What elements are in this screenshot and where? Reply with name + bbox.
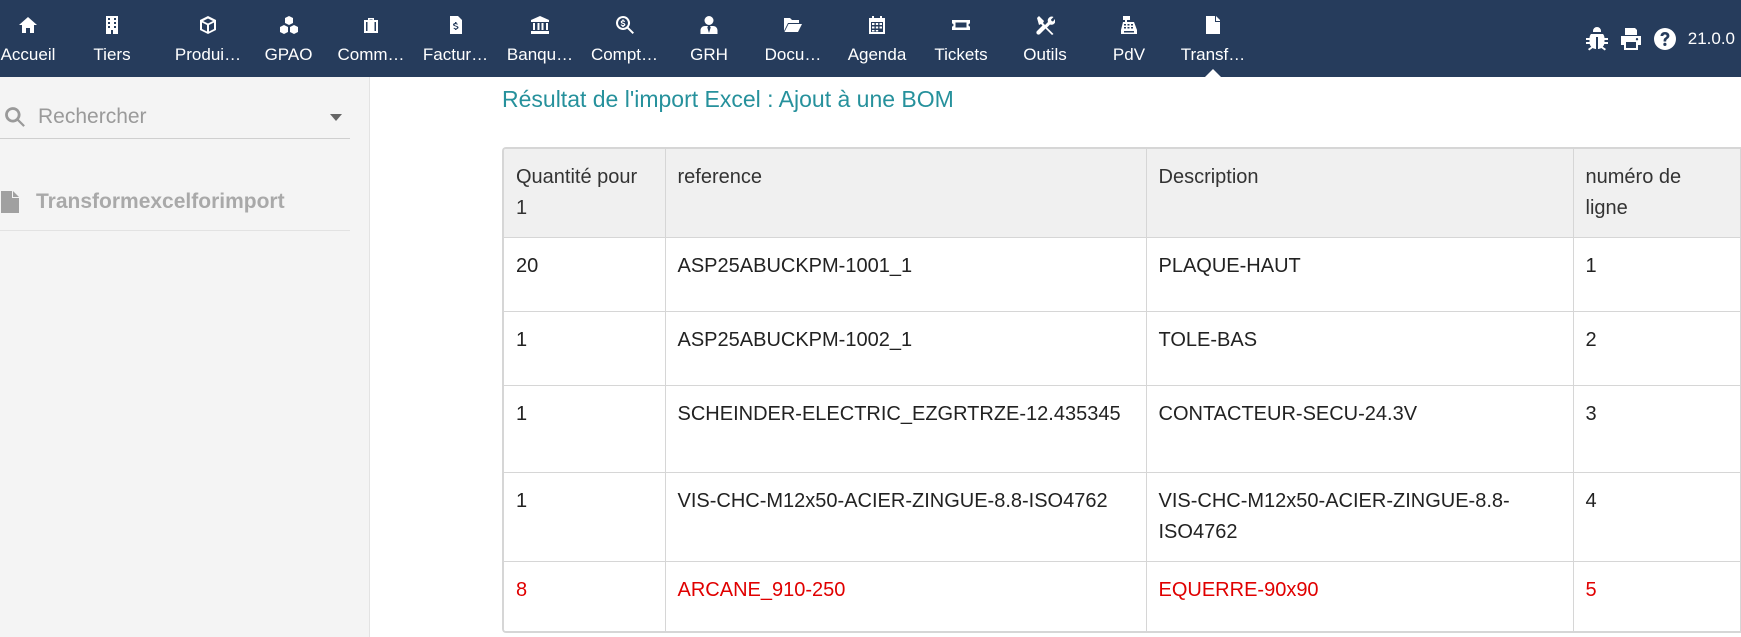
menu-item-comptabilite[interactable]: Compt… bbox=[582, 0, 667, 77]
table-row: 1 VIS-CHC-M12x50-ACIER-ZINGUE-8.8-ISO476… bbox=[504, 472, 1741, 562]
cell-quantite: 1 bbox=[504, 472, 666, 562]
cell-numero-ligne: 5 bbox=[1573, 561, 1741, 631]
menu-item-label: Banqu… bbox=[506, 45, 574, 64]
table-row-error: 8 ARCANE_910-250 EQUERRE-90x90 5 bbox=[504, 561, 1741, 631]
menu-item-facturation[interactable]: Factur… bbox=[413, 0, 498, 77]
cell-description: VIS-CHC-M12x50-ACIER-ZINGUE-8.8-ISO4762 bbox=[1146, 472, 1574, 562]
print-icon[interactable] bbox=[1617, 25, 1645, 53]
cell-numero-ligne: 3 bbox=[1573, 385, 1741, 473]
cell-quantite: 8 bbox=[504, 561, 666, 631]
cell-description: CONTACTEUR-SECU-24.3V bbox=[1146, 385, 1574, 473]
menu-item-label: Compt… bbox=[590, 45, 659, 64]
menu-item-label: Accueil bbox=[0, 45, 56, 64]
menu-item-documents[interactable]: Docu… bbox=[751, 0, 835, 77]
menu-item-label: Tiers bbox=[93, 45, 131, 64]
search-dollar-icon bbox=[614, 14, 636, 36]
calendar-icon bbox=[866, 14, 888, 36]
invoice-icon bbox=[445, 14, 467, 36]
menu-item-banques[interactable]: Banqu… bbox=[498, 0, 582, 77]
user-tie-icon bbox=[698, 14, 720, 36]
menu-item-grh[interactable]: GRH bbox=[667, 0, 751, 77]
table-row: 20 ASP25ABUCKPM-1001_1 PLAQUE-HAUT 1 bbox=[504, 237, 1741, 312]
cell-quantite: 20 bbox=[504, 237, 666, 312]
cubes-icon bbox=[278, 14, 300, 36]
cell-reference: ASP25ABUCKPM-1002_1 bbox=[665, 311, 1147, 386]
menu-item-label: Docu… bbox=[764, 45, 822, 64]
bug-icon[interactable] bbox=[1583, 25, 1611, 53]
menu-item-gpao[interactable]: GPAO bbox=[248, 0, 329, 77]
version-label: 21.0.0 bbox=[1687, 28, 1735, 48]
search-icon bbox=[0, 106, 30, 128]
page-title: Résultat de l'import Excel : Ajout à une… bbox=[502, 86, 954, 112]
building-icon bbox=[101, 14, 123, 36]
cell-reference: ARCANE_910-250 bbox=[665, 561, 1147, 631]
menu-item-produits[interactable]: Produi… bbox=[168, 0, 248, 77]
top-navigation-bar: Accueil Tiers Produi… GPAO Comm… Factur…… bbox=[0, 0, 1741, 77]
menu-item-tickets[interactable]: Tickets bbox=[919, 0, 1003, 77]
cell-numero-ligne: 2 bbox=[1573, 311, 1741, 386]
suitcase-icon bbox=[360, 14, 382, 36]
folder-open-icon bbox=[782, 14, 804, 36]
menu-item-label: GRH bbox=[690, 45, 728, 64]
col-header-numero-ligne: numéro de ligne bbox=[1573, 149, 1741, 238]
menu-item-commercial[interactable]: Comm… bbox=[329, 0, 413, 77]
cell-numero-ligne: 4 bbox=[1573, 472, 1741, 562]
sidebar-search bbox=[0, 95, 350, 139]
chevron-down-icon[interactable] bbox=[330, 114, 342, 121]
cell-quantite: 1 bbox=[504, 311, 666, 386]
table-header-row: Quantité pour 1 reference Description nu… bbox=[504, 149, 1741, 238]
cell-reference: ASP25ABUCKPM-1001_1 bbox=[665, 237, 1147, 312]
cube-icon bbox=[197, 14, 219, 36]
home-icon bbox=[17, 14, 39, 36]
sidebar-item-label: Transformexcelforimport bbox=[36, 189, 285, 213]
menu-item-label: Comm… bbox=[337, 45, 405, 64]
sidebar-item-transformexcelforimport[interactable]: Transformexcelforimport bbox=[0, 173, 350, 231]
top-right-tools: 21.0.0 bbox=[1580, 0, 1741, 77]
menu-item-label: Agenda bbox=[847, 45, 907, 64]
cell-description: PLAQUE-HAUT bbox=[1146, 237, 1574, 312]
menu-item-label: GPAO bbox=[264, 45, 313, 64]
col-header-description: Description bbox=[1146, 149, 1574, 238]
menu-item-accueil[interactable]: Accueil bbox=[0, 0, 56, 77]
file-icon bbox=[0, 190, 20, 213]
menu-item-tiers[interactable]: Tiers bbox=[56, 0, 168, 77]
menu-item-label: Transf… bbox=[1180, 45, 1246, 64]
menu-item-label: Produi… bbox=[174, 45, 242, 64]
tools-icon bbox=[1034, 14, 1056, 36]
menu-item-outils[interactable]: Outils bbox=[1003, 0, 1087, 77]
table-row: 1 SCHEINDER-ELECTRIC_EZGRTRZE-12.435345 … bbox=[504, 385, 1741, 473]
left-sidebar: Transformexcelforimport bbox=[0, 77, 370, 637]
cell-reference: VIS-CHC-M12x50-ACIER-ZINGUE-8.8-ISO4762 bbox=[665, 472, 1147, 562]
table-row: 1 ASP25ABUCKPM-1002_1 TOLE-BAS 2 bbox=[504, 311, 1741, 386]
menu-item-label: Factur… bbox=[422, 45, 489, 64]
menu-item-label: PdV bbox=[1112, 45, 1146, 64]
help-icon[interactable] bbox=[1651, 25, 1679, 53]
bank-icon bbox=[529, 14, 551, 36]
cell-description: TOLE-BAS bbox=[1146, 311, 1574, 386]
menu-item-label: Outils bbox=[1023, 45, 1067, 64]
main-menu: Accueil Tiers Produi… GPAO Comm… Factur…… bbox=[0, 0, 1255, 77]
ticket-icon bbox=[950, 14, 972, 36]
file-icon bbox=[1202, 14, 1224, 36]
menu-item-agenda[interactable]: Agenda bbox=[835, 0, 919, 77]
menu-item-pdv[interactable]: PdV bbox=[1087, 0, 1171, 77]
col-header-quantite: Quantité pour 1 bbox=[504, 149, 666, 238]
import-result-table: Quantité pour 1 reference Description nu… bbox=[502, 147, 1741, 633]
cell-quantite: 1 bbox=[504, 385, 666, 473]
search-input[interactable] bbox=[38, 104, 318, 129]
cash-register-icon bbox=[1118, 14, 1140, 36]
cell-reference: SCHEINDER-ELECTRIC_EZGRTRZE-12.435345 bbox=[665, 385, 1147, 473]
cell-description: EQUERRE-90x90 bbox=[1146, 561, 1574, 631]
cell-numero-ligne: 1 bbox=[1573, 237, 1741, 312]
menu-item-label: Tickets bbox=[934, 45, 988, 64]
menu-item-transformexcel[interactable]: Transf… bbox=[1171, 0, 1255, 77]
col-header-reference: reference bbox=[665, 149, 1147, 238]
